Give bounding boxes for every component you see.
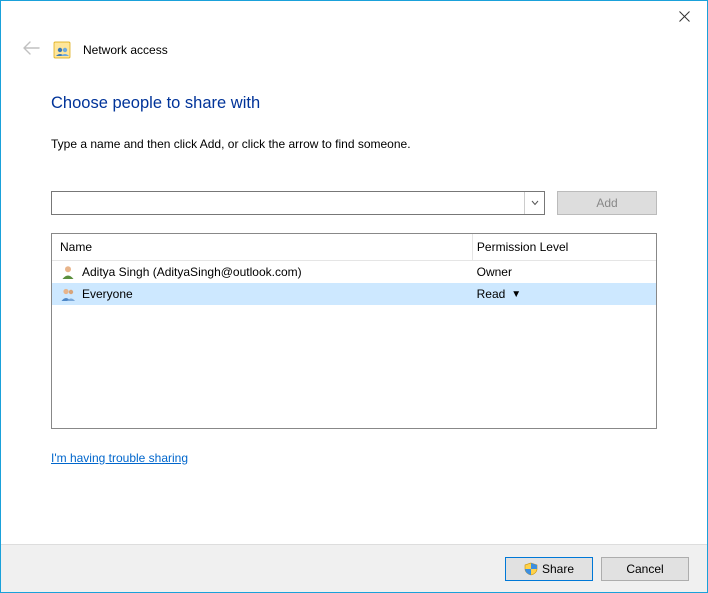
network-access-icon bbox=[53, 41, 71, 59]
instruction-text: Type a name and then click Add, or click… bbox=[51, 137, 657, 151]
add-button: Add bbox=[557, 191, 657, 215]
permission-dropdown[interactable]: Read ▼ bbox=[473, 287, 656, 301]
people-table: Name Permission Level Aditya Singh (Adit… bbox=[51, 233, 657, 429]
back-arrow-icon bbox=[21, 39, 41, 60]
row-name: Everyone bbox=[82, 287, 133, 301]
caret-down-icon: ▼ bbox=[511, 289, 521, 300]
name-dropdown-button[interactable] bbox=[524, 192, 544, 214]
page-heading: Choose people to share with bbox=[51, 94, 657, 113]
name-combobox[interactable] bbox=[51, 191, 545, 215]
close-button[interactable] bbox=[662, 2, 707, 30]
user-icon bbox=[60, 264, 76, 280]
shield-icon bbox=[524, 562, 538, 576]
cancel-button[interactable]: Cancel bbox=[601, 557, 689, 581]
help-link[interactable]: I'm having trouble sharing bbox=[51, 451, 188, 465]
window-title: Network access bbox=[83, 43, 168, 57]
name-input[interactable] bbox=[52, 192, 524, 214]
table-row[interactable]: Aditya Singh (AdityaSingh@outlook.com) O… bbox=[52, 261, 656, 283]
column-header-name[interactable]: Name bbox=[52, 240, 472, 254]
share-button[interactable]: Share bbox=[505, 557, 593, 581]
share-label: Share bbox=[542, 562, 574, 576]
row-name: Aditya Singh (AdityaSingh@outlook.com) bbox=[82, 265, 302, 279]
row-permission: Read bbox=[477, 287, 506, 301]
group-icon bbox=[60, 286, 76, 302]
close-icon bbox=[679, 11, 690, 22]
column-header-permission[interactable]: Permission Level bbox=[472, 234, 656, 260]
chevron-down-icon bbox=[531, 200, 539, 206]
row-permission: Owner bbox=[477, 265, 512, 279]
table-row[interactable]: Everyone Read ▼ bbox=[52, 283, 656, 305]
